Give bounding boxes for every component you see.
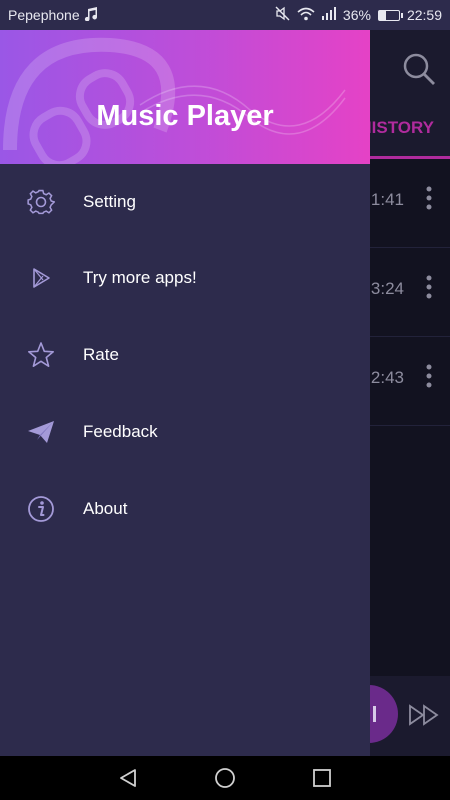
next-track-icon[interactable] [408,704,440,726]
tab-indicator [370,156,450,159]
menu-item-label: Try more apps! [83,268,197,287]
play-store-icon [26,263,56,293]
more-options-icon[interactable] [426,186,432,210]
menu-item-rate[interactable]: Rate [0,317,370,393]
menu-item-label: Feedback [83,422,158,441]
battery-icon [377,9,403,21]
system-nav-bar [0,756,450,800]
headphones-decoration-icon [3,37,346,164]
menu-item-setting[interactable]: Setting [0,164,370,240]
music-note-icon [84,6,98,24]
carrier-name: Pepephone [8,7,80,23]
home-button[interactable] [210,763,240,793]
battery-percent: 36% [342,7,371,23]
track-duration: 3:24 [370,279,404,298]
drawer-header: Music Player [0,30,370,164]
star-icon [26,340,56,370]
recents-button[interactable] [307,763,337,793]
menu-item-label: Setting [83,192,136,211]
mute-icon [275,6,290,24]
track-duration: 1:41 [370,190,404,209]
clock: 22:59 [406,7,442,23]
menu-item-try-more-apps[interactable]: Try more apps! [0,240,370,316]
menu-item-label: Rate [83,345,119,364]
wifi-icon [297,7,315,24]
status-bar: Pepephone 36% 22:59 [0,0,450,30]
info-icon [26,494,56,524]
more-options-icon[interactable] [426,364,432,388]
back-button[interactable] [113,763,143,793]
signal-icon [321,7,336,23]
tab-history[interactable]: HISTORY [359,118,434,138]
more-options-icon[interactable] [426,275,432,299]
menu-item-feedback[interactable]: Feedback [0,394,370,470]
navigation-drawer: Music Player Setting Try more apps! Rate [0,30,370,756]
search-icon[interactable] [402,52,436,86]
menu-item-label: About [83,499,128,518]
gear-icon [26,187,56,217]
paper-plane-icon [26,417,56,447]
menu-item-about[interactable]: About [0,471,370,547]
track-duration: 2:43 [370,368,404,387]
drawer-title: Music Player [96,100,274,132]
